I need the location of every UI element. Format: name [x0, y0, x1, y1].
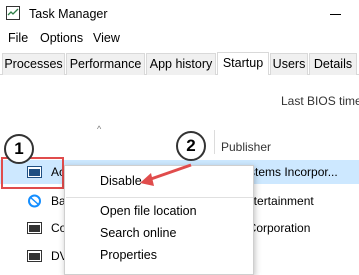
step-2-callout: 2	[176, 131, 206, 161]
step-1-callout: 1	[4, 134, 34, 164]
